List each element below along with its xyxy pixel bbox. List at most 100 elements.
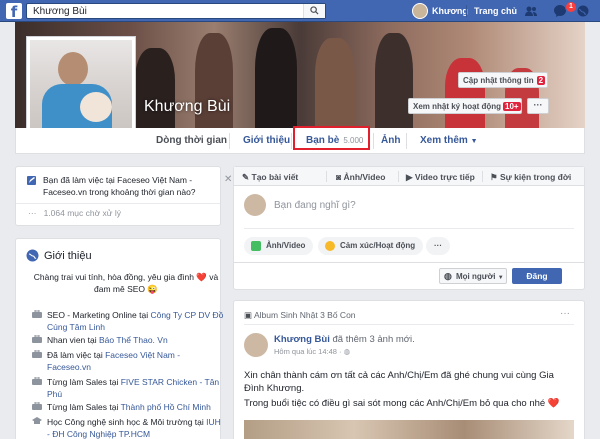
chevron-down-icon: ▼ (497, 275, 504, 281)
graduation-cap-icon (32, 417, 42, 424)
search-input[interactable]: Khương Bùi (33, 6, 87, 17)
post-author-name[interactable]: Khương Bùi (274, 334, 330, 345)
album-icon: ▣ (244, 310, 253, 320)
post-timestamp[interactable]: Hôm qua lúc 14:48 · ◍ (274, 347, 350, 356)
feeling-activity-button[interactable]: Cảm xúc/Hoạt động (318, 237, 424, 255)
composer-avatar (244, 194, 266, 216)
cover-figure (135, 48, 175, 128)
friends-highlight-box (293, 126, 370, 150)
tab-photos[interactable]: Ảnh (381, 135, 400, 146)
intro-row-link[interactable]: Thành phố Hồ Chí Minh (121, 402, 211, 412)
divider (234, 262, 584, 263)
profile-more-button[interactable]: ··· (527, 98, 549, 114)
divider (406, 133, 407, 149)
tab-live-video[interactable]: ▶ Video trực tiếp (406, 172, 475, 183)
work-question-card: Bạn đã làm việc tại Faceseo Việt Nam - F… (15, 166, 232, 226)
post-photo[interactable] (244, 420, 574, 439)
composer-more-button[interactable]: ··· (426, 237, 450, 255)
album-title: Album Sinh Nhật 3 Bố Con (253, 310, 356, 320)
briefcase-icon (32, 335, 42, 343)
audience-selector[interactable]: ◍ Mọi người ▼ (439, 268, 507, 284)
tab-create-post-label: Tạo bài viết (251, 172, 299, 182)
post-author-avatar[interactable] (244, 333, 268, 357)
search-icon (310, 6, 319, 15)
intro-work-row: SEO - Marketing Online tại Công Ty CP DV… (32, 309, 224, 333)
composer-tabs: ✎ Tạo bài viết ◙ Ảnh/Video ▶ Video trực … (234, 167, 584, 186)
globe-icon (26, 249, 39, 262)
update-info-count: 2 (536, 76, 546, 85)
notifications-globe-icon[interactable] (576, 4, 590, 18)
pencil-icon: ✎ (242, 172, 250, 182)
friend-requests-icon[interactable] (524, 4, 538, 18)
tab-life-event-label: Sự kiện trong đời (500, 172, 572, 182)
search-box[interactable]: Khương Bùi (26, 3, 326, 19)
post-author-line: Khương Bùi đã thêm 3 ảnh mới. (274, 334, 415, 345)
divider (229, 133, 230, 149)
tab-live-video-label: Video trực tiếp (414, 172, 475, 182)
globe-icon: ◍ (343, 347, 351, 356)
globe-icon: ◍ (444, 271, 452, 281)
tab-life-event[interactable]: ⚑ Sự kiện trong đời (490, 172, 571, 183)
intro-row-prefix: SEO - Marketing Online tại (47, 310, 151, 320)
activity-log-button[interactable]: Xem nhật ký hoạt động 10+ (408, 98, 522, 114)
tab-create-post[interactable]: ✎ Tạo bài viết (242, 172, 298, 183)
video-camera-icon: ▶ (406, 172, 413, 182)
work-question-text[interactable]: Bạn đã làm việc tại Faceseo Việt Nam - F… (43, 174, 223, 198)
user-avatar[interactable] (412, 3, 428, 19)
feeling-label: Cảm xúc/Hoạt động (340, 241, 416, 250)
intro-work-row: Từng làm Sales tại FIVE STAR Chicken - T… (32, 376, 224, 400)
divider (291, 133, 292, 149)
cover-figure (315, 38, 355, 128)
photo-icon (251, 241, 261, 251)
intro-row-prefix: Đã làm việc tại (47, 350, 106, 360)
tab-more[interactable]: Xem thêm ▼ (420, 135, 478, 146)
user-name-link[interactable]: Khương (432, 6, 468, 16)
tab-photo-video[interactable]: ◙ Ảnh/Video (336, 172, 385, 182)
close-icon[interactable]: ✕ (224, 174, 232, 185)
edit-note-icon (27, 176, 36, 185)
post-text-line: Xin chân thành cám ơn tất cả các Anh/Chị… (244, 370, 554, 394)
intro-row-prefix: Từng làm Sales tại (47, 402, 121, 412)
briefcase-icon (32, 377, 42, 385)
post-button[interactable]: Đăng (512, 268, 562, 284)
update-info-label: Cập nhật thông tin (463, 76, 534, 85)
divider (244, 228, 574, 229)
intro-work-row: Nhan vien tại Báo Thể Thao. Vn (32, 334, 224, 346)
tab-photo-video-label: Ảnh/Video (343, 172, 386, 182)
top-bar: f Khương Bùi Khương Trang chủ 1 (0, 0, 600, 22)
intro-work-row: Đã làm việc tại Faceseo Việt Nam - Faces… (32, 349, 224, 373)
update-info-button[interactable]: Cập nhật thông tin 2 (458, 72, 548, 88)
facebook-logo-icon[interactable]: f (6, 3, 22, 19)
activity-log-count: 10+ (503, 102, 521, 111)
divider (398, 171, 399, 182)
post-more-button[interactable]: ··· (560, 308, 570, 319)
composer-input[interactable]: Bạn đang nghĩ gì? (274, 200, 356, 211)
profile-photo (30, 40, 132, 142)
tab-about[interactable]: Giới thiệu (243, 135, 290, 146)
camera-icon: ◙ (336, 172, 342, 182)
intro-work-row: Từng làm Sales tại Thành phố Hồ Chí Minh (32, 401, 224, 413)
tab-timeline[interactable]: Dòng thời gian (156, 135, 227, 146)
briefcase-icon (32, 310, 42, 318)
post-composer: ✎ Tạo bài viết ◙ Ảnh/Video ▶ Video trực … (233, 166, 585, 290)
pending-items-link[interactable]: ··· 1.064 mục chờ xử lý (28, 208, 121, 218)
smiley-icon (325, 241, 335, 251)
photo-video-label: Ảnh/Video (266, 241, 306, 250)
profile-name: Khương Bùi (144, 98, 231, 115)
intro-row-link[interactable]: Báo Thể Thao. Vn (99, 335, 168, 345)
chevron-down-icon: ▼ (470, 138, 478, 145)
audience-label: Mọi người (456, 272, 496, 281)
tab-more-label: Xem thêm (420, 135, 468, 146)
home-link[interactable]: Trang chủ (474, 6, 517, 16)
post-text-line: Trong buổi tiệc có điều gì sai sót mong … (244, 398, 560, 409)
intro-bio: Chàng trai vui tính, hòa đồng, yêu gia đ… (33, 272, 219, 294)
search-button[interactable] (303, 4, 325, 18)
cover-figure (255, 28, 297, 128)
child-shape (80, 92, 112, 122)
post-action-text: đã thêm 3 ảnh mới. (329, 334, 415, 345)
album-header[interactable]: ▣ Album Sinh Nhật 3 Bố Con (244, 310, 356, 321)
briefcase-icon (32, 350, 42, 358)
cover-figure (375, 33, 413, 128)
photo-video-button[interactable]: Ảnh/Video (244, 237, 314, 255)
intro-education-row: Học Công nghệ sinh học & Môi trường tại … (32, 416, 224, 439)
